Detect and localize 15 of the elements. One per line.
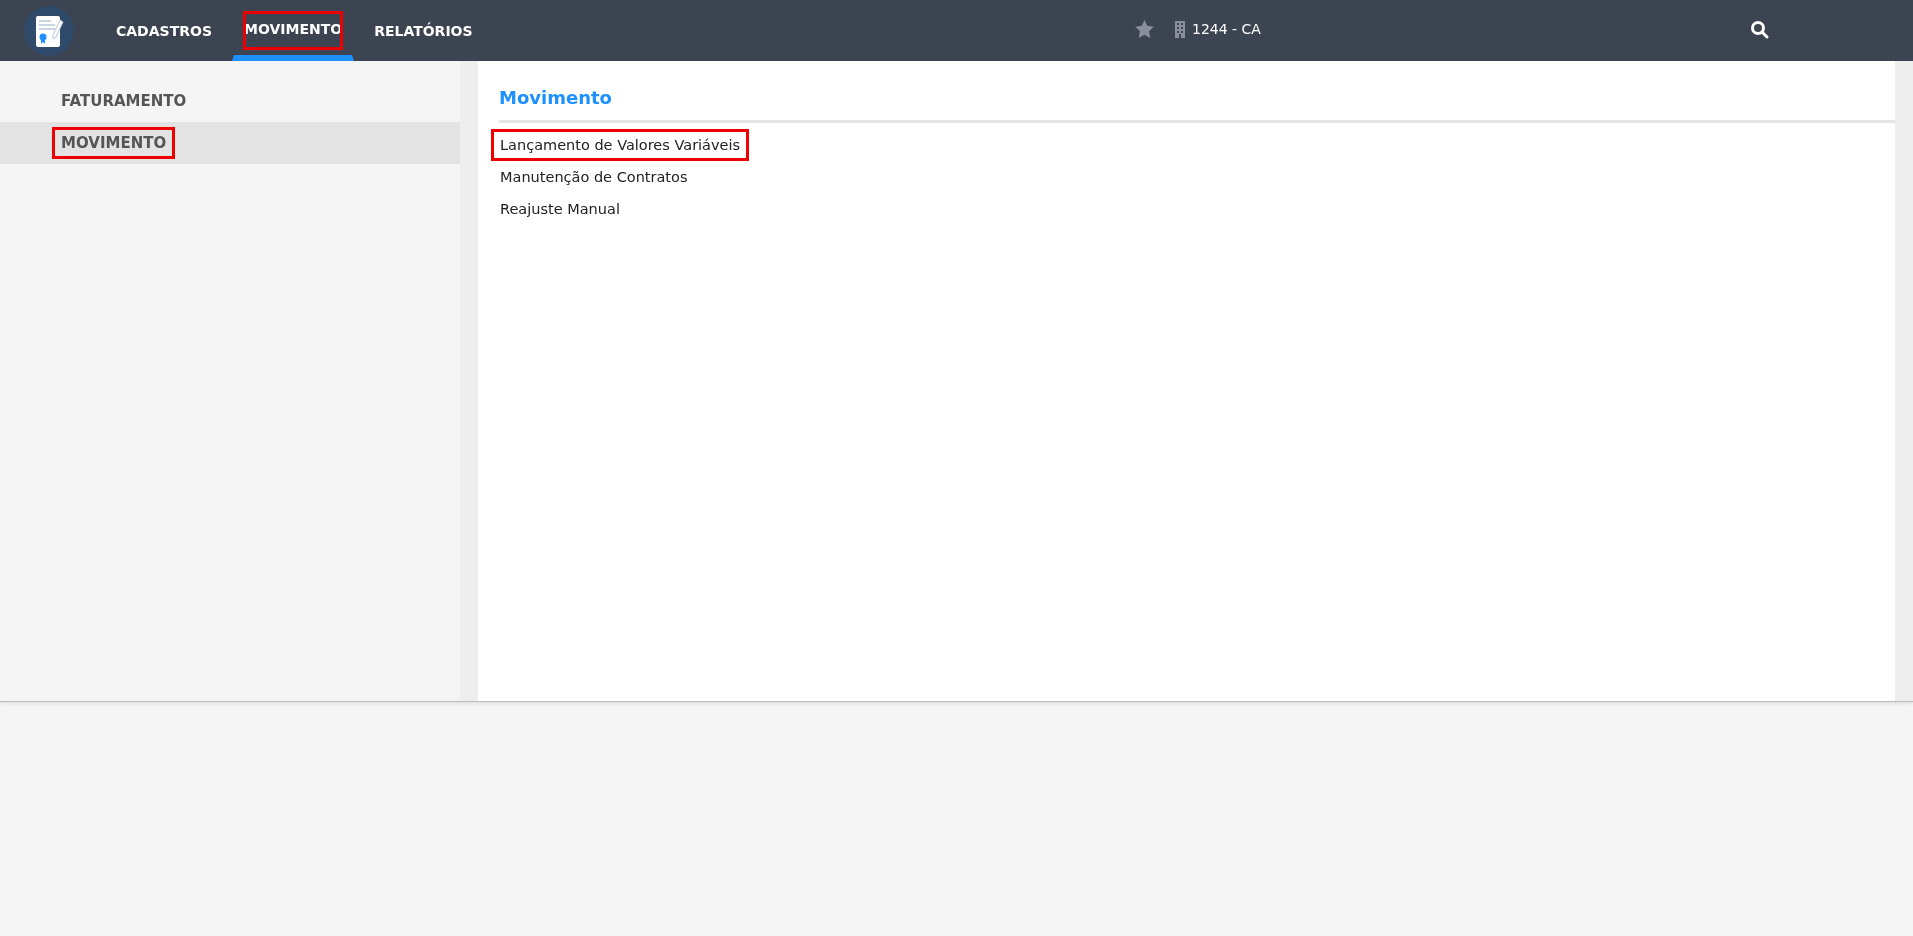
sidebar-row[interactable]: FATURAMENTO [0,80,460,122]
nav-tab[interactable]: RELATÓRIOS [362,0,485,61]
menu-link[interactable]: Lançamento de Valores Variáveis [491,129,750,161]
nav-tab[interactable]: CADASTROS [104,0,224,61]
building-icon [1174,20,1186,38]
sidebar-item[interactable]: MOVIMENTO [52,127,176,159]
company-label: 1244 - CA [1192,21,1261,37]
sidebar-item[interactable]: FATURAMENTO [52,85,196,117]
sidebar-row[interactable]: MOVIMENTO [0,122,460,164]
menu-link[interactable]: Reajuste Manual [491,193,629,225]
star-icon[interactable] [1135,20,1154,38]
search-icon[interactable] [1750,20,1770,40]
section-title: Movimento [499,87,1895,123]
document-logo-icon[interactable] [24,5,74,56]
menu-link[interactable]: Manutenção de Contratos [491,161,697,193]
